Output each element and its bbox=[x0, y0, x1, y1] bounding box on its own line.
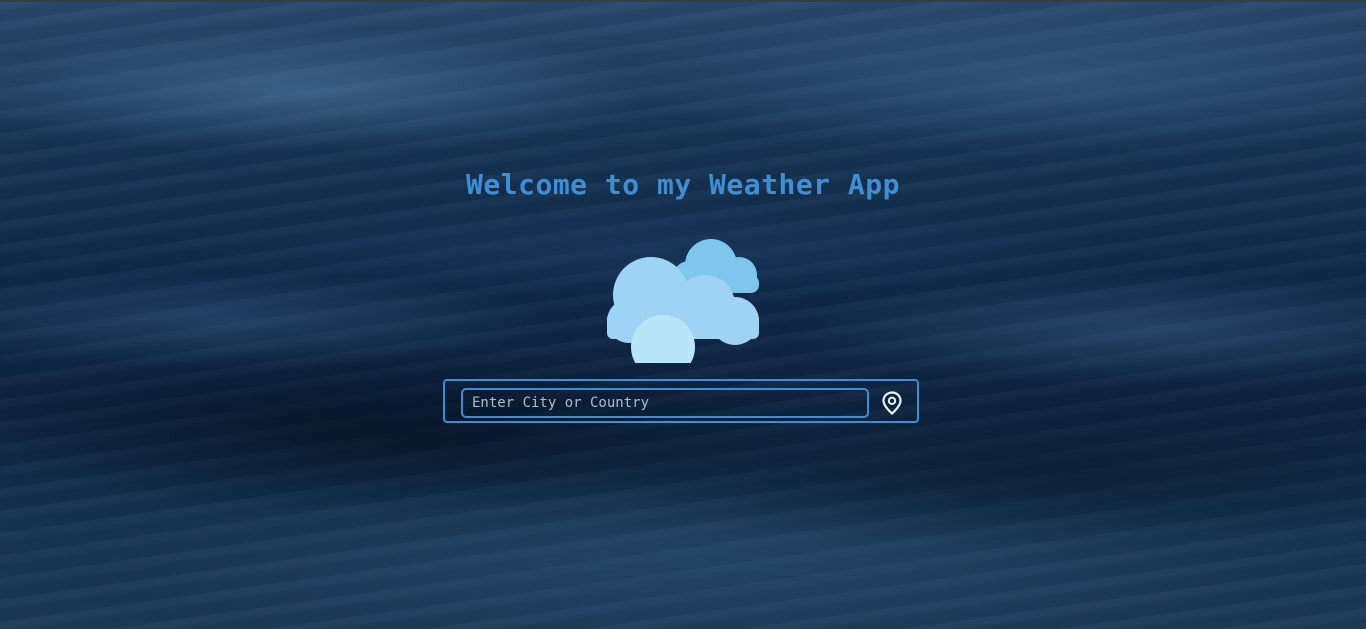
page-title: Welcome to my Weather App bbox=[466, 168, 900, 201]
map-pin-icon bbox=[882, 391, 902, 415]
search-input[interactable] bbox=[461, 388, 869, 418]
search-box bbox=[443, 379, 919, 423]
location-button[interactable] bbox=[881, 391, 903, 415]
window-top-border bbox=[0, 0, 1366, 2]
cloudy-icon bbox=[603, 235, 763, 379]
